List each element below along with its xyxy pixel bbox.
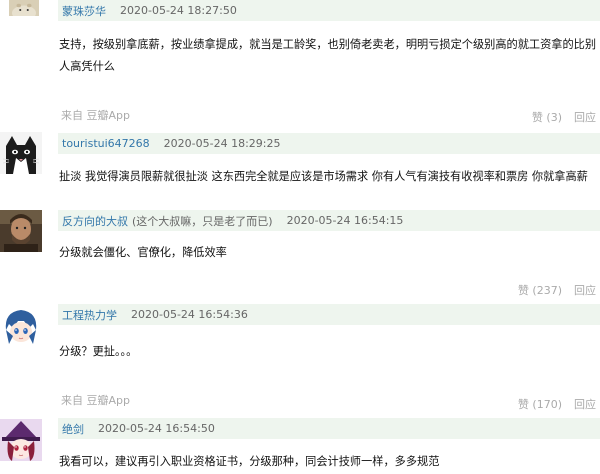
- comment-text: 支持，按级别拿底薪，按业绩拿提成，就当是工龄奖，也别倚老卖老，明明亏损定个级别高…: [59, 38, 597, 73]
- comment-actions: 赞 (170) 回应: [518, 396, 596, 412]
- comment-time: 2020-05-24 18:29:25: [163, 137, 281, 150]
- like-button[interactable]: 赞 (237): [518, 284, 562, 297]
- like-button[interactable]: 赞 (170): [518, 398, 562, 411]
- comment-actions: 赞 (3) 回应: [532, 109, 596, 125]
- user-avatar[interactable]: [0, 210, 42, 252]
- user-avatar[interactable]: [0, 419, 42, 461]
- comment-text: 扯淡 我觉得演员限薪就很扯淡 这东西完全就是应该是市场需求 你有人气有演技有收视…: [59, 170, 588, 183]
- comment-time: 2020-05-24 16:54:15: [286, 214, 404, 227]
- anime-avatar-icon: [0, 306, 42, 348]
- like-button[interactable]: 赞 (3): [532, 111, 562, 124]
- user-avatar[interactable]: [0, 132, 42, 174]
- username-link[interactable]: 绝剑: [58, 421, 84, 437]
- cat-avatar-icon: [0, 132, 42, 174]
- comment-actions: 赞 (237) 回应: [518, 282, 596, 298]
- user-avatar[interactable]: [3, 0, 43, 16]
- comment-header: 蒙珠莎华 2020-05-24 18:27:50: [58, 0, 600, 21]
- comment-header: touristui647268 2020-05-24 18:29:25: [58, 133, 600, 154]
- user-signature: (这个大叔嘛，只是老了而已): [132, 214, 273, 228]
- comment-header: 工程热力学 2020-05-24 16:54:36: [58, 304, 600, 325]
- reply-button[interactable]: 回应: [574, 111, 596, 124]
- username-link[interactable]: 蒙珠莎华: [58, 3, 106, 19]
- reply-button[interactable]: 回应: [574, 284, 596, 297]
- witch-avatar-icon: [0, 419, 42, 461]
- comment-time: 2020-05-24 16:54:50: [98, 422, 215, 435]
- comment-text: 分级就会僵化、官僚化，降低效率: [59, 246, 227, 259]
- comment-time: 2020-05-24 18:27:50: [120, 4, 237, 17]
- comment-header: 绝剑 2020-05-24 16:54:50: [58, 418, 600, 439]
- comment-source: 来自 豆瓣App: [61, 394, 130, 407]
- user-avatar[interactable]: [0, 306, 42, 348]
- comment-source: 来自 豆瓣App: [61, 109, 130, 122]
- username-link[interactable]: 反方向的大叔: [58, 213, 128, 229]
- man-photo-avatar-icon: [0, 210, 42, 252]
- username-link[interactable]: touristui647268: [58, 137, 150, 150]
- username-link[interactable]: 工程热力学: [58, 307, 117, 323]
- reply-button[interactable]: 回应: [574, 398, 596, 411]
- comment-header: 反方向的大叔 (这个大叔嘛，只是老了而已) 2020-05-24 16:54:1…: [58, 210, 600, 231]
- comment-text: 我看可以，建议再引入职业资格证书，分级那种，同会计技师一样，多多规范: [59, 455, 440, 468]
- comment-time: 2020-05-24 16:54:36: [131, 308, 248, 321]
- rabbit-avatar-icon: [9, 0, 39, 16]
- comment-text: 分级？更扯。。。: [59, 345, 138, 358]
